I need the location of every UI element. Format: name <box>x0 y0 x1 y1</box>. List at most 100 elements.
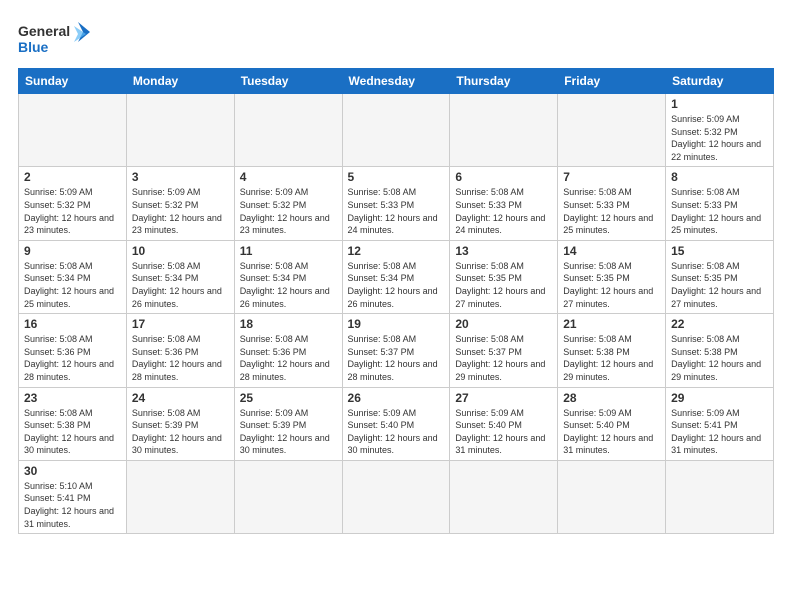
day-number: 22 <box>671 317 768 331</box>
calendar-cell: 29 Sunrise: 5:09 AM Sunset: 5:41 PM Dayli… <box>666 387 774 460</box>
day-number: 24 <box>132 391 229 405</box>
logo-svg: General Blue <box>18 18 90 60</box>
day-number: 10 <box>132 244 229 258</box>
svg-text:General: General <box>18 23 70 39</box>
calendar-cell: 22Sunrise: 5:08 AM Sunset: 5:38 PM Dayli… <box>666 314 774 387</box>
day-number: 11 <box>240 244 337 258</box>
calendar-week-3: 9 Sunrise: 5:08 AM Sunset: 5:34 PM Daylig… <box>19 240 774 313</box>
day-info: Sunrise: 5:08 AM Sunset: 5:38 PM Dayligh… <box>563 333 660 383</box>
day-info: Sunrise: 5:09 AM Sunset: 5:40 PM Dayligh… <box>348 407 445 457</box>
day-info: Sunrise: 5:08 AM Sunset: 5:36 PM Dayligh… <box>132 333 229 383</box>
calendar-cell: 26 Sunrise: 5:09 AM Sunset: 5:40 PM Dayli… <box>342 387 450 460</box>
calendar-week-4: 16 Sunrise: 5:08 AM Sunset: 5:36 PM Dayli… <box>19 314 774 387</box>
day-info: Sunrise: 5:08 AM Sunset: 5:37 PM Dayligh… <box>455 333 552 383</box>
day-number: 5 <box>348 170 445 184</box>
calendar-cell: 12 Sunrise: 5:08 AM Sunset: 5:34 PM Dayli… <box>342 240 450 313</box>
calendar-cell: 19 Sunrise: 5:08 AM Sunset: 5:37 PM Dayli… <box>342 314 450 387</box>
day-number: 9 <box>24 244 121 258</box>
day-number: 13 <box>455 244 552 258</box>
day-number: 26 <box>348 391 445 405</box>
calendar-week-2: 2Sunrise: 5:09 AM Sunset: 5:32 PM Daylig… <box>19 167 774 240</box>
calendar-cell <box>19 94 127 167</box>
calendar-cell: 28Sunrise: 5:09 AM Sunset: 5:40 PM Dayli… <box>558 387 666 460</box>
calendar-cell: 21Sunrise: 5:08 AM Sunset: 5:38 PM Dayli… <box>558 314 666 387</box>
day-info: Sunrise: 5:09 AM Sunset: 5:39 PM Dayligh… <box>240 407 337 457</box>
calendar-cell: 8Sunrise: 5:08 AM Sunset: 5:33 PM Daylig… <box>666 167 774 240</box>
day-number: 29 <box>671 391 768 405</box>
calendar-cell: 2Sunrise: 5:09 AM Sunset: 5:32 PM Daylig… <box>19 167 127 240</box>
day-info: Sunrise: 5:08 AM Sunset: 5:33 PM Dayligh… <box>563 186 660 236</box>
day-number: 19 <box>348 317 445 331</box>
calendar-cell <box>342 94 450 167</box>
weekday-header-wednesday: Wednesday <box>342 69 450 94</box>
calendar-week-5: 23 Sunrise: 5:08 AM Sunset: 5:38 PM Dayli… <box>19 387 774 460</box>
calendar-cell: 5 Sunrise: 5:08 AM Sunset: 5:33 PM Daylig… <box>342 167 450 240</box>
day-info: Sunrise: 5:09 AM Sunset: 5:41 PM Dayligh… <box>671 407 768 457</box>
day-info: Sunrise: 5:08 AM Sunset: 5:33 PM Dayligh… <box>455 186 552 236</box>
day-number: 12 <box>348 244 445 258</box>
calendar-week-1: 1Sunrise: 5:09 AM Sunset: 5:32 PM Daylig… <box>19 94 774 167</box>
day-info: Sunrise: 5:08 AM Sunset: 5:33 PM Dayligh… <box>348 186 445 236</box>
day-number: 6 <box>455 170 552 184</box>
day-info: Sunrise: 5:09 AM Sunset: 5:32 PM Dayligh… <box>240 186 337 236</box>
calendar-week-6: 30Sunrise: 5:10 AM Sunset: 5:41 PM Dayli… <box>19 460 774 533</box>
day-info: Sunrise: 5:09 AM Sunset: 5:40 PM Dayligh… <box>563 407 660 457</box>
page: General Blue SundayMondayTuesdayWednesda… <box>0 0 792 612</box>
weekday-header-monday: Monday <box>126 69 234 94</box>
day-number: 1 <box>671 97 768 111</box>
calendar-cell: 27 Sunrise: 5:09 AM Sunset: 5:40 PM Dayli… <box>450 387 558 460</box>
calendar-cell: 7 Sunrise: 5:08 AM Sunset: 5:33 PM Daylig… <box>558 167 666 240</box>
day-info: Sunrise: 5:09 AM Sunset: 5:32 PM Dayligh… <box>132 186 229 236</box>
day-number: 27 <box>455 391 552 405</box>
weekday-header-sunday: Sunday <box>19 69 127 94</box>
day-number: 16 <box>24 317 121 331</box>
day-info: Sunrise: 5:08 AM Sunset: 5:34 PM Dayligh… <box>348 260 445 310</box>
day-number: 20 <box>455 317 552 331</box>
calendar-cell: 3 Sunrise: 5:09 AM Sunset: 5:32 PM Daylig… <box>126 167 234 240</box>
day-number: 15 <box>671 244 768 258</box>
day-number: 25 <box>240 391 337 405</box>
weekday-header-friday: Friday <box>558 69 666 94</box>
calendar-cell <box>234 94 342 167</box>
weekday-header-saturday: Saturday <box>666 69 774 94</box>
calendar-cell <box>342 460 450 533</box>
day-number: 17 <box>132 317 229 331</box>
weekday-header-tuesday: Tuesday <box>234 69 342 94</box>
day-info: Sunrise: 5:08 AM Sunset: 5:39 PM Dayligh… <box>132 407 229 457</box>
day-info: Sunrise: 5:08 AM Sunset: 5:36 PM Dayligh… <box>24 333 121 383</box>
day-info: Sunrise: 5:09 AM Sunset: 5:40 PM Dayligh… <box>455 407 552 457</box>
day-number: 23 <box>24 391 121 405</box>
day-info: Sunrise: 5:09 AM Sunset: 5:32 PM Dayligh… <box>24 186 121 236</box>
day-info: Sunrise: 5:08 AM Sunset: 5:34 PM Dayligh… <box>132 260 229 310</box>
svg-text:Blue: Blue <box>18 39 49 55</box>
calendar-cell <box>450 94 558 167</box>
calendar-cell: 4Sunrise: 5:09 AM Sunset: 5:32 PM Daylig… <box>234 167 342 240</box>
calendar-cell <box>666 460 774 533</box>
calendar-cell <box>126 94 234 167</box>
day-info: Sunrise: 5:08 AM Sunset: 5:35 PM Dayligh… <box>563 260 660 310</box>
day-info: Sunrise: 5:08 AM Sunset: 5:37 PM Dayligh… <box>348 333 445 383</box>
calendar-cell <box>126 460 234 533</box>
calendar-cell: 14Sunrise: 5:08 AM Sunset: 5:35 PM Dayli… <box>558 240 666 313</box>
calendar-cell: 11Sunrise: 5:08 AM Sunset: 5:34 PM Dayli… <box>234 240 342 313</box>
header: General Blue <box>18 18 774 60</box>
calendar-cell: 1Sunrise: 5:09 AM Sunset: 5:32 PM Daylig… <box>666 94 774 167</box>
calendar-cell: 24 Sunrise: 5:08 AM Sunset: 5:39 PM Dayli… <box>126 387 234 460</box>
calendar-cell: 10 Sunrise: 5:08 AM Sunset: 5:34 PM Dayli… <box>126 240 234 313</box>
day-number: 18 <box>240 317 337 331</box>
calendar-cell: 20 Sunrise: 5:08 AM Sunset: 5:37 PM Dayli… <box>450 314 558 387</box>
day-number: 7 <box>563 170 660 184</box>
calendar-cell: 16 Sunrise: 5:08 AM Sunset: 5:36 PM Dayli… <box>19 314 127 387</box>
calendar-cell: 23 Sunrise: 5:08 AM Sunset: 5:38 PM Dayli… <box>19 387 127 460</box>
day-info: Sunrise: 5:08 AM Sunset: 5:34 PM Dayligh… <box>24 260 121 310</box>
day-info: Sunrise: 5:08 AM Sunset: 5:35 PM Dayligh… <box>671 260 768 310</box>
calendar-cell: 9 Sunrise: 5:08 AM Sunset: 5:34 PM Daylig… <box>19 240 127 313</box>
day-number: 3 <box>132 170 229 184</box>
calendar-cell: 18Sunrise: 5:08 AM Sunset: 5:36 PM Dayli… <box>234 314 342 387</box>
day-info: Sunrise: 5:08 AM Sunset: 5:38 PM Dayligh… <box>24 407 121 457</box>
day-info: Sunrise: 5:08 AM Sunset: 5:35 PM Dayligh… <box>455 260 552 310</box>
calendar-cell: 25 Sunrise: 5:09 AM Sunset: 5:39 PM Dayli… <box>234 387 342 460</box>
calendar-cell <box>234 460 342 533</box>
calendar-cell <box>558 94 666 167</box>
calendar-cell: 15 Sunrise: 5:08 AM Sunset: 5:35 PM Dayli… <box>666 240 774 313</box>
